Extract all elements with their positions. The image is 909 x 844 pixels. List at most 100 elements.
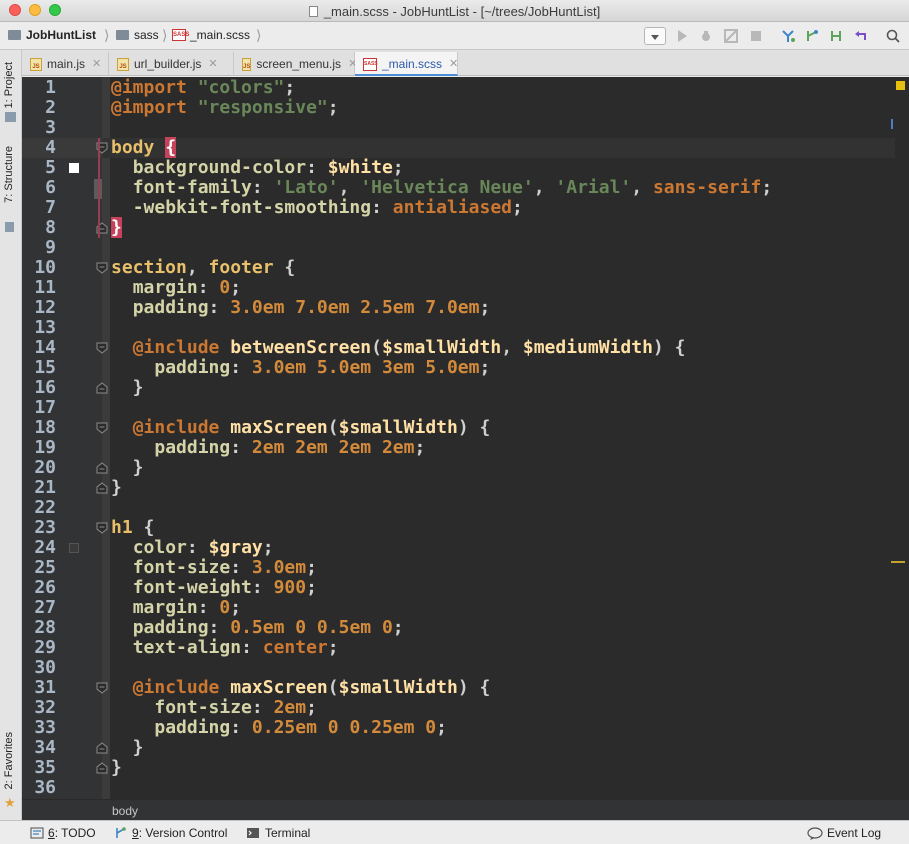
code-line[interactable]: 23 h1 {: [22, 518, 895, 538]
vcs-update-icon[interactable]: [780, 28, 796, 44]
tab-main-js[interactable]: JS main.js ✕: [22, 52, 109, 76]
code-line[interactable]: 36: [22, 778, 895, 798]
code-text[interactable]: @include maxScreen($smallWidth) {: [111, 678, 491, 698]
gray-color-swatch[interactable]: [69, 543, 79, 553]
favorites-tool-button[interactable]: 2: Favorites: [3, 732, 15, 789]
code-text[interactable]: margin: 0;: [111, 598, 241, 618]
code-text[interactable]: }: [111, 738, 144, 758]
code-text[interactable]: }: [111, 478, 122, 498]
code-text[interactable]: margin: 0;: [111, 278, 241, 298]
code-text[interactable]: @import "colors";: [111, 78, 295, 98]
code-text[interactable]: color: $gray;: [111, 538, 274, 558]
code-text[interactable]: @include betweenScreen($smallWidth, $med…: [111, 338, 686, 358]
code-editor[interactable]: 1 @import "colors"; 2 @import "responsive";…: [22, 77, 909, 799]
code-text[interactable]: }: [111, 378, 144, 398]
tab-url-builder-js[interactable]: JS url_builder.js ✕: [109, 52, 234, 76]
code-line[interactable]: 19 padding: 2em 2em 2em 2em;: [22, 438, 895, 458]
fold-collapse-icon[interactable]: [96, 682, 108, 694]
breadcrumb-file[interactable]: SASS _main.scss: [172, 28, 250, 42]
run-icon[interactable]: [674, 28, 690, 44]
code-text[interactable]: background-color: $white;: [111, 158, 404, 178]
code-line[interactable]: 25 font-size: 3.0em;: [22, 558, 895, 578]
code-line[interactable]: 17: [22, 398, 895, 418]
stop-icon[interactable]: [748, 28, 764, 44]
code-line[interactable]: 7 -webkit-font-smoothing: antialiased;: [22, 198, 895, 218]
code-line[interactable]: 2 @import "responsive";: [22, 98, 895, 118]
coverage-icon[interactable]: [723, 28, 739, 44]
code-line[interactable]: 34 }: [22, 738, 895, 758]
code-line[interactable]: 4 body {: [22, 137, 895, 158]
code-line[interactable]: 27 margin: 0;: [22, 598, 895, 618]
code-line[interactable]: 28 padding: 0.5em 0 0.5em 0;: [22, 618, 895, 638]
fold-end-icon[interactable]: [96, 742, 108, 754]
code-text[interactable]: -webkit-font-smoothing: antialiased;: [111, 198, 523, 218]
code-line[interactable]: 16 }: [22, 378, 895, 398]
fold-end-icon[interactable]: [96, 762, 108, 774]
breadcrumb-folder[interactable]: sass: [116, 28, 159, 42]
event-log-tool-button[interactable]: Event Log: [807, 826, 881, 840]
code-line[interactable]: 8}: [22, 217, 895, 238]
scroll-warning-mark[interactable]: [891, 561, 905, 563]
fold-end-icon[interactable]: [96, 462, 108, 474]
todo-tool-button[interactable]: 6: TODO: [30, 826, 96, 840]
code-line[interactable]: 3: [22, 118, 895, 138]
code-text[interactable]: }: [111, 217, 122, 238]
code-line[interactable]: 15 padding: 3.0em 5.0em 3em 5.0em;: [22, 358, 895, 378]
code-line[interactable]: 29 text-align: center;: [22, 638, 895, 658]
fold-collapse-icon[interactable]: [96, 522, 108, 534]
code-line[interactable]: 14 @include betweenScreen($smallWidth, $…: [22, 338, 895, 358]
run-configuration-dropdown[interactable]: [644, 27, 666, 45]
code-text[interactable]: font-size: 2em;: [111, 698, 317, 718]
code-line[interactable]: 6 font-family: 'Lato', 'Helvetica Neue',…: [22, 178, 895, 198]
code-text[interactable]: }: [111, 758, 122, 778]
structure-tool-button[interactable]: 7: Structure: [3, 146, 15, 203]
project-tool-button[interactable]: 1: Project: [3, 62, 15, 108]
fold-end-icon[interactable]: [96, 482, 108, 494]
code-line[interactable]: 11 margin: 0;: [22, 278, 895, 298]
code-text[interactable]: section, footer {: [111, 258, 295, 278]
close-tab-icon[interactable]: ✕: [208, 57, 217, 76]
code-text[interactable]: font-family: 'Lato', 'Helvetica Neue', '…: [111, 178, 772, 198]
inspection-status-icon[interactable]: [896, 81, 905, 90]
close-tab-icon[interactable]: ✕: [92, 57, 101, 76]
code-line[interactable]: 20 }: [22, 458, 895, 478]
code-line[interactable]: 13: [22, 318, 895, 338]
code-text[interactable]: @include maxScreen($smallWidth) {: [111, 418, 491, 438]
code-line[interactable]: 35}: [22, 758, 895, 778]
code-line[interactable]: 26 font-weight: 900;: [22, 578, 895, 598]
vcs-compare-icon[interactable]: [828, 28, 844, 44]
code-line[interactable]: 22: [22, 498, 895, 518]
code-line[interactable]: 1 @import "colors";: [22, 78, 895, 98]
tab-screen-menu-js[interactable]: JS screen_menu.js ✕: [234, 52, 357, 76]
code-text[interactable]: text-align: center;: [111, 638, 339, 658]
code-line[interactable]: 12 padding: 3.0em 7.0em 2.5em 7.0em;: [22, 298, 895, 318]
fold-end-icon[interactable]: [96, 382, 108, 394]
code-line[interactable]: 24 color: $gray;: [22, 538, 895, 558]
code-text[interactable]: body {: [111, 137, 177, 158]
code-text[interactable]: @import "responsive";: [111, 98, 339, 118]
code-line[interactable]: 10 section, footer {: [22, 258, 895, 278]
fold-collapse-icon[interactable]: [96, 342, 108, 354]
white-color-swatch[interactable]: [69, 163, 79, 173]
breadcrumb-project[interactable]: JobHuntList: [8, 28, 96, 42]
code-text[interactable]: padding: 0.5em 0 0.5em 0;: [111, 618, 404, 638]
vcs-commit-icon[interactable]: [804, 28, 820, 44]
code-line[interactable]: 31 @include maxScreen($smallWidth) {: [22, 678, 895, 698]
code-text[interactable]: font-weight: 900;: [111, 578, 317, 598]
code-line[interactable]: 5 background-color: $white;: [22, 158, 895, 178]
debug-icon[interactable]: [698, 28, 714, 44]
code-text[interactable]: font-size: 3.0em;: [111, 558, 317, 578]
tab-main-scss[interactable]: SASS _main.scss ✕: [355, 52, 458, 76]
code-text[interactable]: h1 {: [111, 518, 154, 538]
revert-icon[interactable]: [853, 28, 869, 44]
code-text[interactable]: }: [111, 458, 144, 478]
fold-collapse-icon[interactable]: [96, 262, 108, 274]
code-line[interactable]: 33 padding: 0.25em 0 0.25em 0;: [22, 718, 895, 738]
close-tab-icon[interactable]: ✕: [449, 57, 458, 74]
fold-collapse-icon[interactable]: [96, 422, 108, 434]
search-everywhere-icon[interactable]: [885, 28, 901, 44]
terminal-tool-button[interactable]: Terminal: [246, 826, 310, 840]
code-line[interactable]: 30: [22, 658, 895, 678]
version-control-tool-button[interactable]: 9: Version Control: [114, 826, 227, 840]
code-line[interactable]: 32 font-size: 2em;: [22, 698, 895, 718]
